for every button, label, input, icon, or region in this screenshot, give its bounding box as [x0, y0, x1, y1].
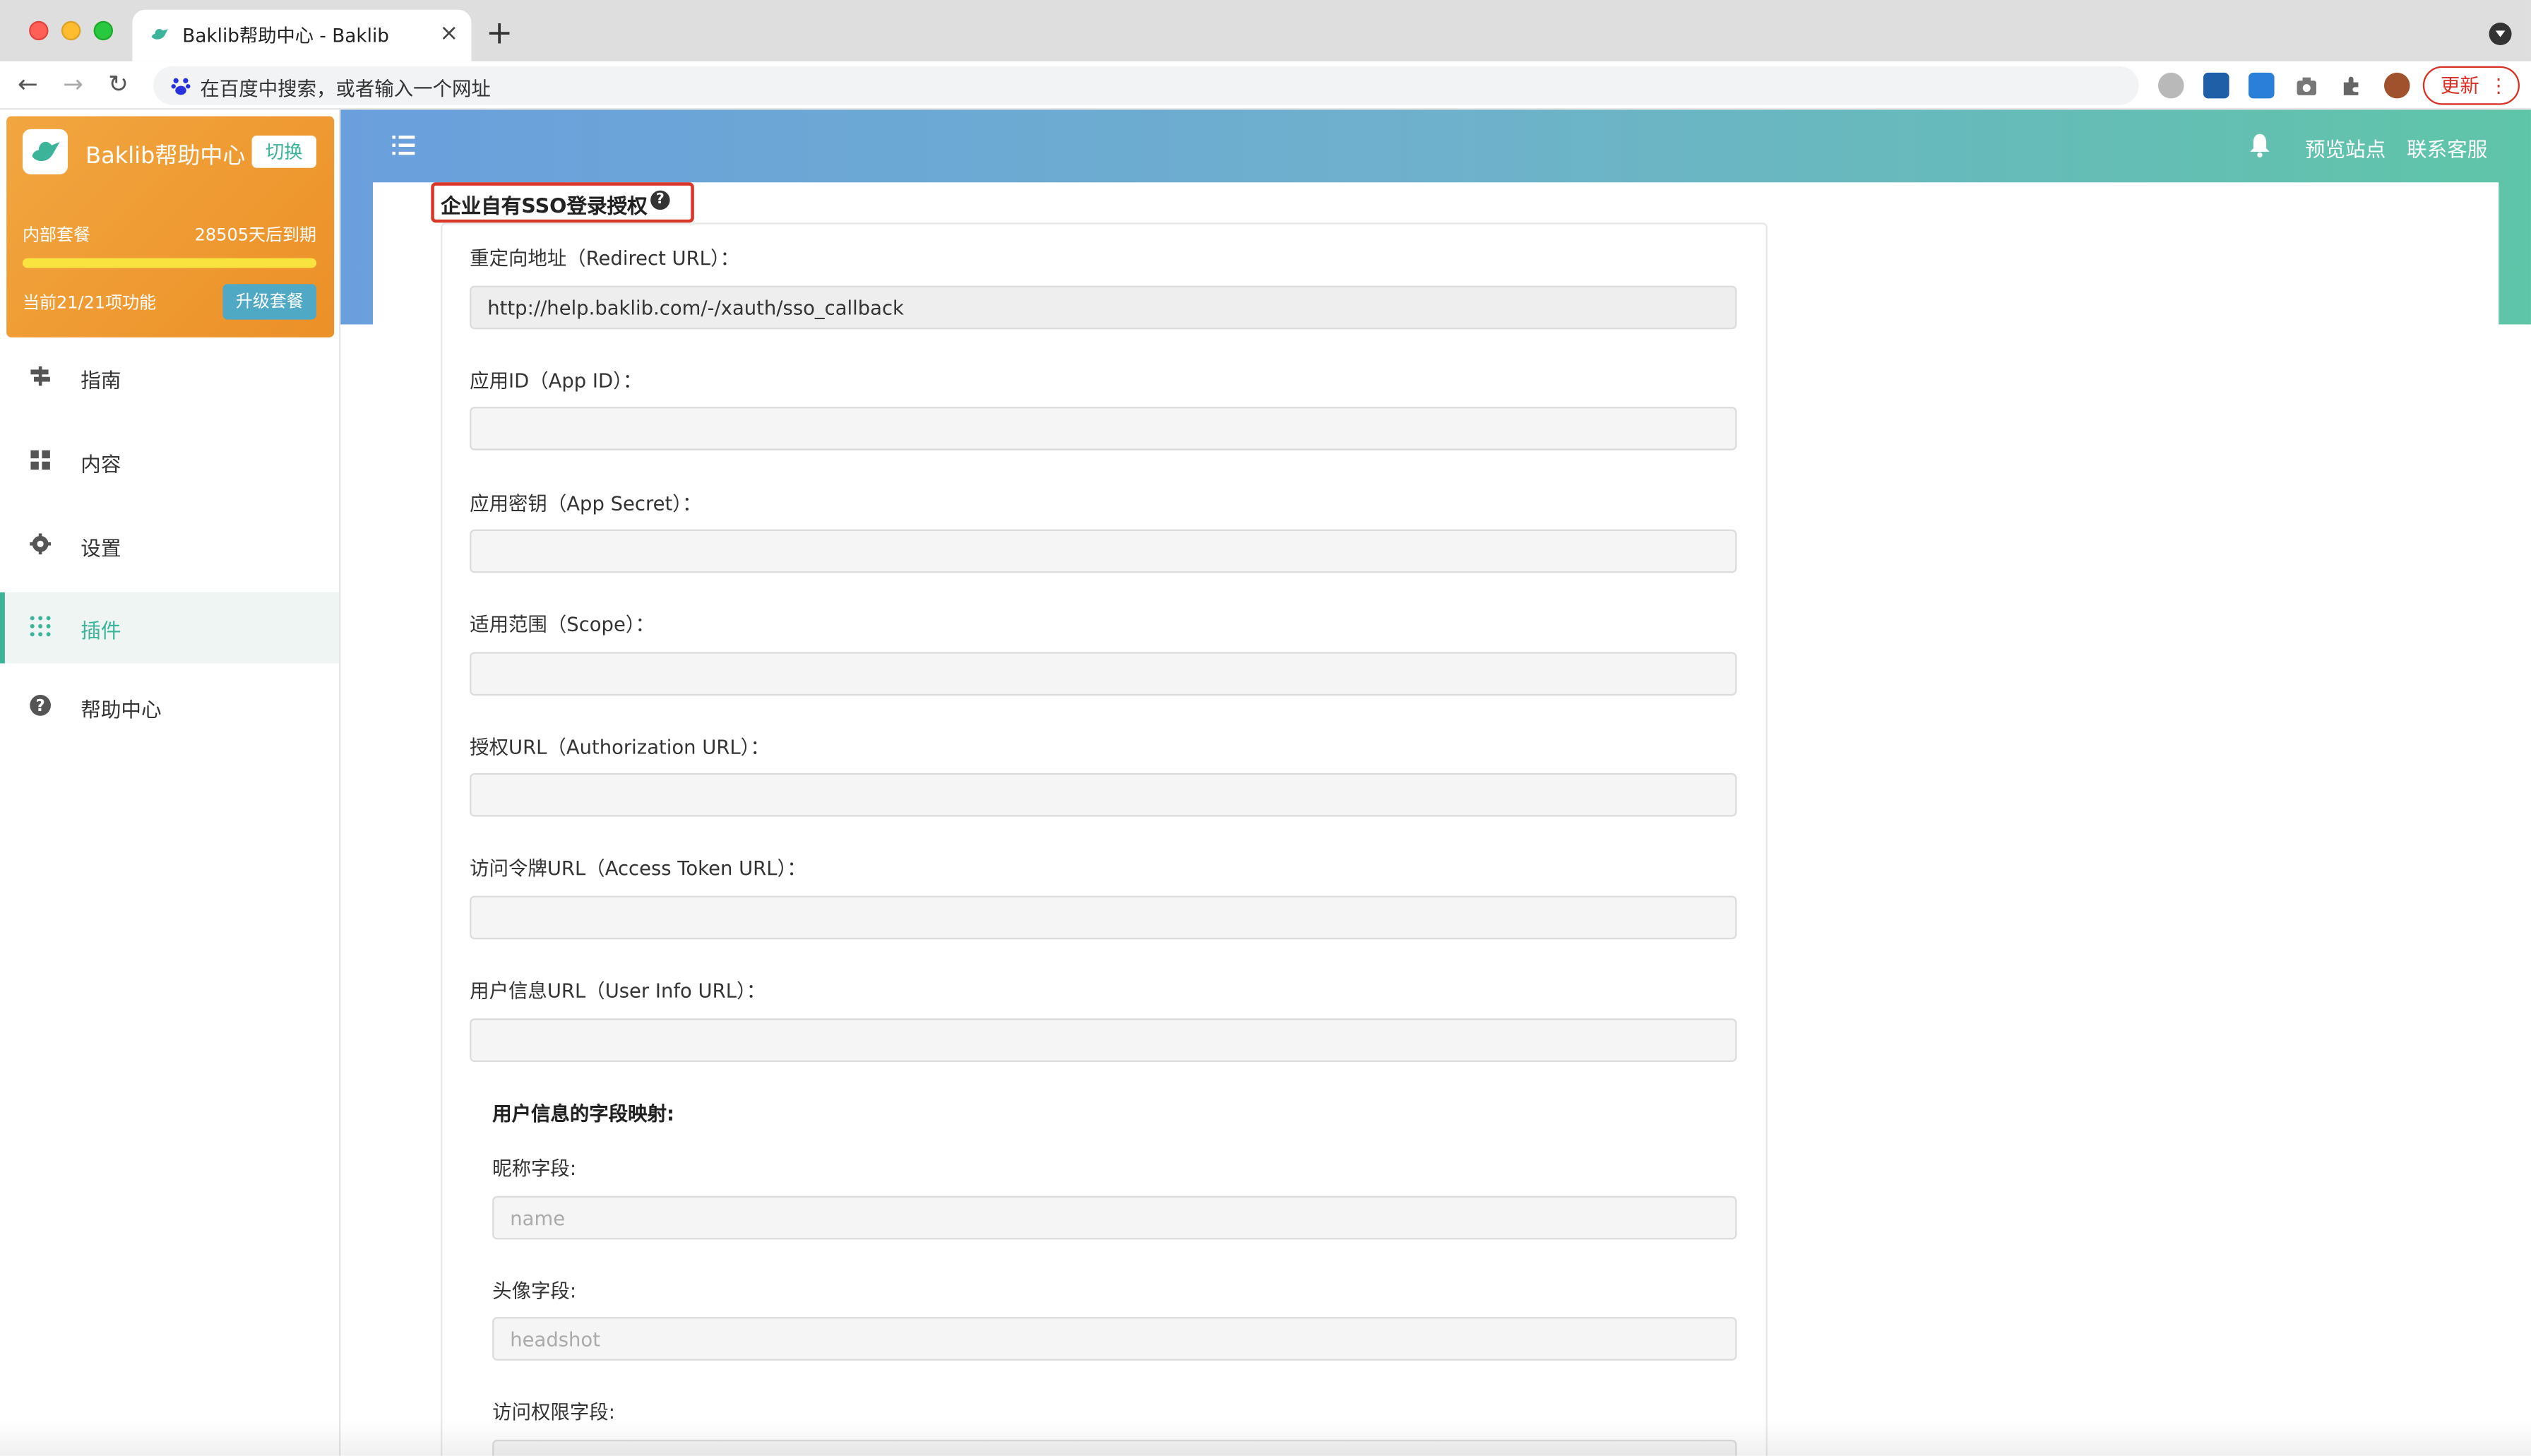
close-window-button[interactable] [29, 20, 49, 41]
globe-extension-icon[interactable] [2157, 72, 2184, 99]
browser-tab-bar: Baklib帮助中心 - Baklib × + [0, 0, 2531, 61]
app-id-field[interactable] [470, 406, 1737, 450]
update-button[interactable]: 更新 ⋮ [2422, 66, 2520, 105]
site-name: Baklib帮助中心 [85, 143, 246, 169]
avatar-field-label: 头像字段: [492, 1279, 577, 1303]
minimize-window-button[interactable] [61, 20, 81, 41]
sidebar-item-label: 内容 [81, 451, 121, 477]
tab-close-button[interactable]: × [439, 18, 458, 50]
app-secret-label: 应用密钥（App Secret）： [470, 492, 702, 515]
nickname-field-label: 昵称字段: [492, 1157, 577, 1180]
browser-toolbar: ← → ↻ 在百度中搜索，或者输入一个网址 更新 ⋮ [0, 61, 2531, 110]
maximize-window-button[interactable] [93, 20, 113, 41]
browser-tab-active[interactable]: Baklib帮助中心 - Baklib × [132, 9, 472, 61]
contact-support-link[interactable]: 联系客服 [2407, 132, 2487, 162]
update-label: 更新 [2440, 74, 2479, 97]
puzzle-icon[interactable] [2339, 73, 2365, 99]
redirect-url-label: 重定向地址（Redirect URL）： [470, 246, 740, 270]
more-menu-icon[interactable]: ⋮ [2489, 68, 2508, 103]
avatar[interactable] [2383, 72, 2410, 99]
bottom-shadow [0, 1420, 2531, 1456]
apps-icon [30, 616, 51, 637]
bell-icon[interactable] [2249, 132, 2271, 158]
sidebar-item-content[interactable]: 内容 [0, 426, 339, 497]
sidebar: Baklib帮助中心 切换 内部套餐 28505天后到期 当前21/21项功能 … [0, 109, 341, 1456]
new-tab-button[interactable]: + [486, 15, 513, 50]
bird-logo-icon [22, 129, 68, 174]
back-button[interactable]: ← [18, 68, 38, 100]
grid-icon [30, 450, 50, 470]
bird-icon [151, 29, 168, 40]
address-bar[interactable]: 在百度中搜索，或者输入一个网址 [153, 66, 2139, 105]
m-extension-icon[interactable] [2203, 72, 2229, 99]
authorization-url-label: 授权URL（Authorization URL）： [470, 736, 770, 759]
sidebar-item-label: 帮助中心 [81, 697, 162, 722]
authorization-url-field[interactable] [470, 772, 1737, 817]
sidebar-item-label: 设置 [81, 535, 121, 561]
plan-features-text: 当前21/21项功能 [22, 293, 157, 314]
camera-icon[interactable] [2294, 73, 2320, 99]
reload-button[interactable]: ↻ [108, 68, 129, 100]
screen: Baklib帮助中心 - Baklib × + ← → ↻ 在百度中搜索，或者输… [0, 0, 2531, 1456]
upgrade-plan-button[interactable]: 升级套餐 [222, 284, 316, 320]
user-info-url-field[interactable] [470, 1018, 1737, 1062]
help-icon[interactable]: ? [650, 190, 670, 210]
plan-name: 内部套餐 [22, 225, 90, 246]
switch-site-button[interactable]: 切换 [251, 135, 316, 168]
access-token-url-field[interactable] [470, 895, 1737, 940]
menu-toggle-icon[interactable] [392, 135, 415, 155]
nickname-field-input[interactable] [492, 1195, 1737, 1240]
address-text: 在百度中搜索，或者输入一个网址 [200, 77, 491, 100]
field-mapping-title: 用户信息的字段映射: [492, 1102, 674, 1126]
section-title: 企业自有SSO登录授权 [440, 193, 648, 218]
app-secret-field[interactable] [470, 529, 1737, 573]
avatar-field-input[interactable] [492, 1317, 1737, 1361]
scope-label: 适用范围（Scope）： [470, 613, 655, 636]
scope-field[interactable] [470, 652, 1737, 696]
plan-progress-fill [22, 258, 316, 268]
redirect-url-field[interactable] [470, 285, 1737, 330]
sidebar-item-label: 指南 [81, 368, 121, 393]
s-extension-icon[interactable] [2248, 72, 2275, 99]
sidebar-item-plugins[interactable]: 插件 [0, 592, 339, 664]
plan-expire-text: 28505天后到期 [194, 225, 316, 246]
svg-text:?: ? [36, 697, 45, 715]
tab-title: Baklib帮助中心 - Baklib [182, 24, 389, 47]
plan-progress-bar [22, 258, 316, 268]
access-token-url-label: 访问令牌URL（Access Token URL）： [470, 857, 806, 880]
signpost-icon [30, 366, 50, 386]
forward-button[interactable]: → [63, 68, 83, 100]
sidebar-item-settings[interactable]: 设置 [0, 510, 339, 581]
plan-card: Baklib帮助中心 切换 内部套餐 28505天后到期 当前21/21项功能 … [6, 116, 335, 338]
sidebar-item-help[interactable]: ? 帮助中心 [0, 672, 339, 743]
tab-search-icon[interactable] [2489, 22, 2512, 45]
gear-icon [30, 533, 51, 555]
preview-site-link[interactable]: 预览站点 [2305, 132, 2386, 162]
sidebar-item-guide[interactable]: 指南 [0, 342, 339, 414]
sidebar-item-label: 插件 [81, 618, 121, 643]
question-icon: ? [30, 694, 51, 716]
app-id-label: 应用ID（App ID）： [470, 369, 643, 393]
user-info-url-label: 用户信息URL（User Info URL）： [470, 979, 766, 1003]
baidu-paw-icon [171, 78, 191, 95]
